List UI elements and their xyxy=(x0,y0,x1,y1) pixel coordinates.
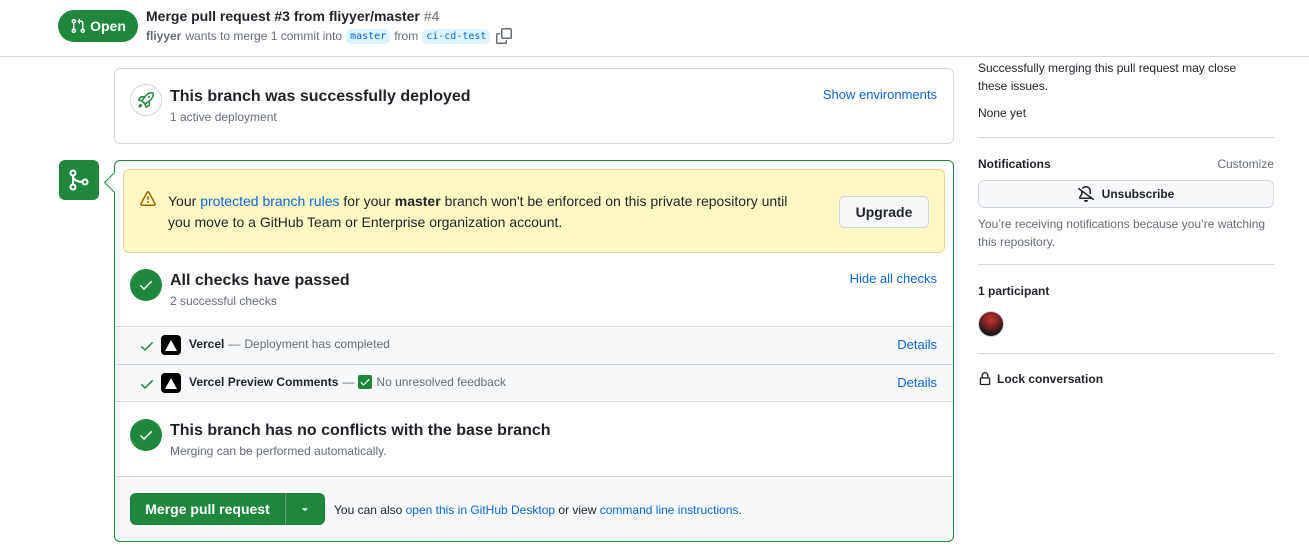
checks-status-icon xyxy=(130,269,162,301)
head-branch[interactable]: ci-cd-test xyxy=(422,28,491,44)
alert-icon xyxy=(140,191,156,206)
sidebar-divider xyxy=(978,137,1274,138)
sidebar-divider xyxy=(978,353,1274,354)
check-status: Deployment has completed xyxy=(244,337,390,351)
base-branch[interactable]: master xyxy=(346,28,391,44)
warning-branch: master xyxy=(394,193,441,209)
check-name: Vercel Preview Comments xyxy=(189,375,339,389)
lock-label: Lock conversation xyxy=(997,372,1104,386)
check-name: Vercel xyxy=(189,337,225,351)
check-icon xyxy=(141,380,153,389)
triangle-down-icon xyxy=(302,508,308,512)
git-merge-icon xyxy=(69,169,89,191)
checks-title: All checks have passed xyxy=(170,272,350,289)
conflicts-title: This branch has no conflicts with the ba… xyxy=(170,422,551,439)
protected-branch-rules-link[interactable]: protected branch rules xyxy=(200,193,339,209)
upgrade-button[interactable]: Upgrade xyxy=(839,196,929,228)
check-details-link[interactable]: Details xyxy=(897,375,937,390)
check-row: Vercel — Deployment has completed Detail… xyxy=(115,326,953,364)
linked-issues-none: None yet xyxy=(978,106,1027,120)
deployment-box: This branch was successfully deployed 1 … xyxy=(114,68,954,144)
warning-text: Your protected branch rules for your mas… xyxy=(168,191,808,233)
merge-box: Your protected branch rules for your mas… xyxy=(114,160,954,542)
check-sep: — xyxy=(228,337,241,351)
check-icon xyxy=(141,342,153,351)
check-details-link[interactable]: Details xyxy=(897,337,937,352)
check-mark-box-icon xyxy=(358,375,373,389)
check-icon xyxy=(140,281,152,290)
state-label: Open xyxy=(90,18,126,34)
deploy-title: This branch was successfully deployed xyxy=(170,88,471,105)
command-line-instructions-link[interactable]: command line instructions xyxy=(600,503,739,517)
merge-footer-text: You can also open this in GitHub Desktop… xyxy=(334,503,742,517)
vercel-icon xyxy=(161,373,181,393)
warning-prefix: Your xyxy=(168,193,197,209)
footer-suffix: . xyxy=(738,503,742,517)
merge-footer: Merge pull request You can also open thi… xyxy=(115,476,953,541)
merge-options-dropdown[interactable] xyxy=(285,493,325,525)
lock-conversation-button[interactable]: Lock conversation xyxy=(978,371,1103,387)
check-icon xyxy=(140,431,152,440)
copy-icon[interactable] xyxy=(496,28,513,44)
rocket-icon xyxy=(138,92,154,108)
warning-mid: for your xyxy=(343,193,391,209)
protected-branch-warning: Your protected branch rules for your mas… xyxy=(123,169,945,253)
deploy-icon-circle xyxy=(130,84,162,116)
open-github-desktop-link[interactable]: open this in GitHub Desktop xyxy=(406,503,555,517)
sidebar-divider xyxy=(978,264,1274,265)
meta-from: from xyxy=(394,29,419,43)
show-environments-link[interactable]: Show environments xyxy=(823,87,937,102)
checks-subtitle: 2 successful checks xyxy=(170,294,277,308)
pr-header: Open Merge pull request #3 from fliyyer/… xyxy=(0,0,1309,57)
conflicts-status-icon xyxy=(130,419,162,451)
pr-title-text: Merge pull request #3 from fliyyer/maste… xyxy=(146,8,420,24)
footer-mid: or view xyxy=(558,503,597,517)
participants-heading: 1 participant xyxy=(978,284,1050,298)
merge-pull-request-button[interactable]: Merge pull request xyxy=(130,493,285,525)
meta-mid: wants to merge 1 commit into xyxy=(185,29,343,43)
check-sep: — xyxy=(342,375,355,389)
notifications-heading: Notifications xyxy=(978,157,1051,171)
merge-status-icon xyxy=(59,160,99,200)
avatar[interactable] xyxy=(978,311,1004,337)
footer-prefix: You can also xyxy=(334,503,403,517)
lock-icon xyxy=(979,372,991,386)
pr-number: #4 xyxy=(423,8,440,24)
deploy-subtitle: 1 active deployment xyxy=(170,110,277,124)
check-row-text: Vercel — Deployment has completed xyxy=(189,337,390,351)
pr-meta: fliyyer wants to merge 1 commit into mas… xyxy=(146,28,513,44)
check-row: Vercel Preview Comments — No unresolved … xyxy=(115,364,953,402)
customize-link[interactable]: Customize xyxy=(1217,157,1274,171)
merge-button-group: Merge pull request xyxy=(130,493,325,525)
pr-title: Merge pull request #3 from fliyyer/maste… xyxy=(146,8,439,24)
hide-all-checks-link[interactable]: Hide all checks xyxy=(850,271,937,286)
state-badge: Open xyxy=(58,10,138,42)
unsubscribe-button[interactable]: Unsubscribe xyxy=(978,180,1274,208)
author-link[interactable]: fliyyer xyxy=(146,29,181,43)
git-pull-request-icon xyxy=(71,18,86,34)
notification-reason: You’re receiving notifications because y… xyxy=(978,217,1266,249)
unsubscribe-label: Unsubscribe xyxy=(1101,187,1175,201)
check-row-text: Vercel Preview Comments — No unresolved … xyxy=(189,375,506,389)
linked-issues-text: Successfully merging this pull request m… xyxy=(978,61,1237,93)
conflicts-subtitle: Merging can be performed automatically. xyxy=(170,444,387,458)
check-status: No unresolved feedback xyxy=(376,375,506,389)
bell-slash-icon xyxy=(1077,186,1094,202)
vercel-icon xyxy=(161,335,181,355)
